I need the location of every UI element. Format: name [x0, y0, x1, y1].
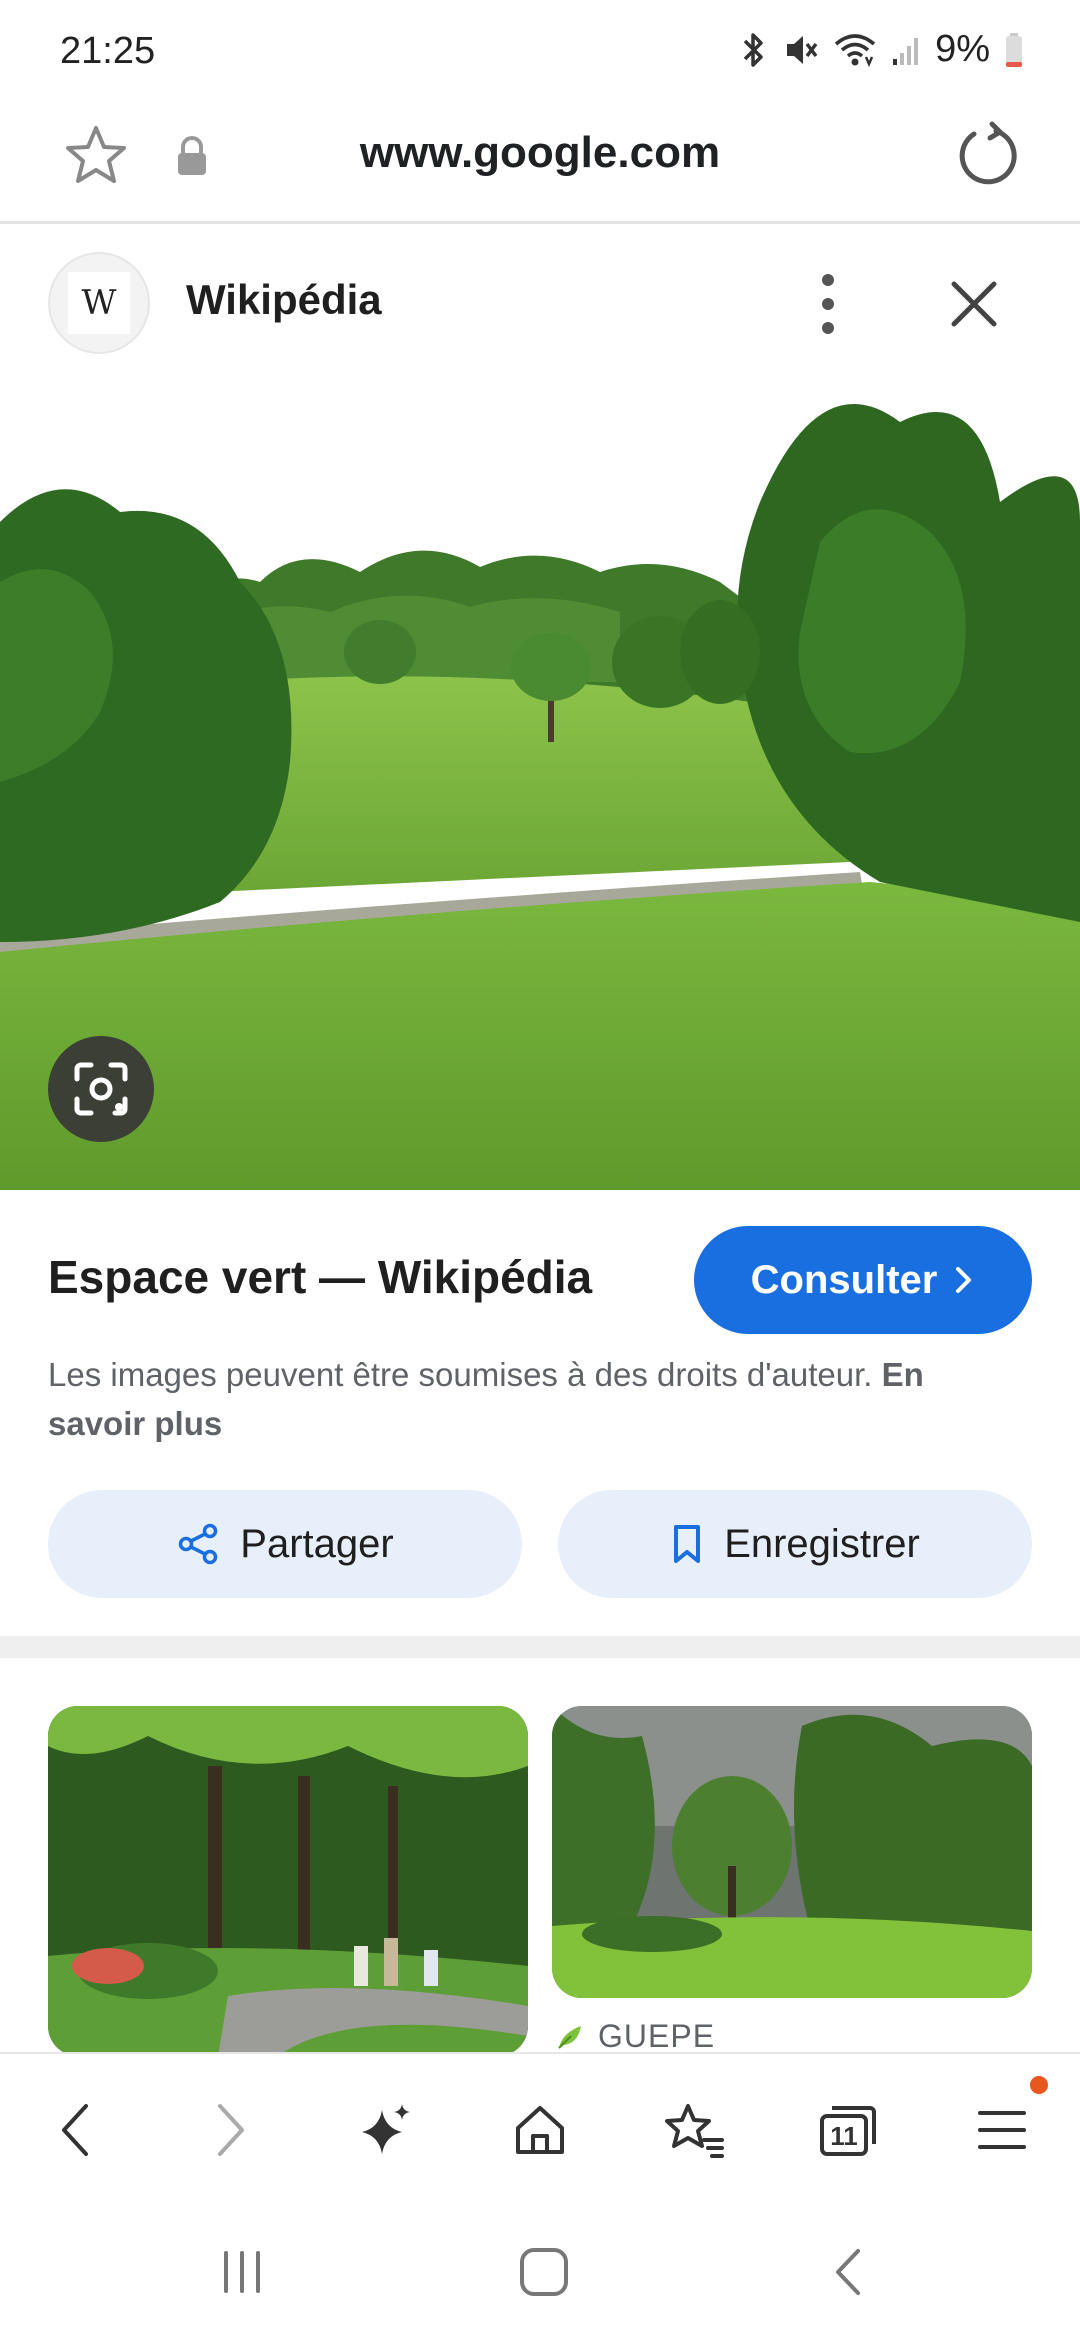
- battery-icon: [1006, 32, 1022, 67]
- bookmark-icon: [674, 1525, 701, 1563]
- recent-apps-icon: [224, 2251, 260, 2293]
- bluetooth-icon: [743, 32, 763, 67]
- system-navigation-bar: [0, 2192, 1080, 2340]
- recent-apps-button[interactable]: [206, 2236, 278, 2308]
- consult-button[interactable]: Consulter: [694, 1226, 1032, 1334]
- url-bar: www.google.com: [0, 100, 1080, 224]
- park-landscape-image: [0, 382, 1080, 1190]
- related-image-2-source[interactable]: GUEPE: [556, 2018, 715, 2055]
- share-button[interactable]: Partager: [48, 1490, 522, 1598]
- mute-icon: [787, 35, 818, 64]
- sparkle-icon: [362, 2104, 410, 2154]
- home-nav-icon: [520, 2248, 568, 2296]
- park-path-image: [48, 1706, 528, 2056]
- menu-button[interactable]: [966, 2094, 1038, 2166]
- back-button[interactable]: [38, 2094, 110, 2166]
- copyright-notice: Les images peuvent être soumises à des d…: [48, 1350, 1028, 1448]
- back-arrow-icon: [62, 2104, 88, 2156]
- related-image-2[interactable]: [552, 1706, 1032, 1998]
- share-icon: [179, 1523, 218, 1565]
- share-button-label: Partager: [240, 1521, 394, 1566]
- leaf-icon: [558, 2025, 581, 2049]
- wikipedia-logo: W: [48, 252, 150, 354]
- forward-button[interactable]: [196, 2094, 268, 2166]
- home-icon: [516, 2106, 564, 2154]
- battery-percentage: 9%: [935, 28, 990, 70]
- tab-count: 11: [830, 2121, 858, 2151]
- status-bar: 21:25 9%: [0, 0, 1080, 100]
- section-divider: [0, 1636, 1080, 1658]
- reload-icon[interactable]: [952, 120, 1024, 192]
- menu-notification-dot: [1030, 2076, 1048, 2094]
- result-title[interactable]: Espace vert — Wikipédia: [48, 1250, 592, 1304]
- copyright-text: Les images peuvent être soumises à des d…: [48, 1356, 873, 1393]
- status-icons: 9%: [739, 28, 1024, 71]
- park-trees-image: [552, 1706, 1032, 1998]
- browser-toolbar: 11: [0, 2052, 1080, 2192]
- back-nav-icon: [836, 2249, 860, 2295]
- bookmarks-button[interactable]: [658, 2094, 730, 2166]
- back-nav-button[interactable]: [812, 2236, 884, 2308]
- bookmarks-star-icon: [665, 2104, 724, 2158]
- wikipedia-logo-letter: W: [68, 272, 130, 334]
- related-image-1[interactable]: [48, 1706, 528, 2056]
- wifi-icon: [834, 33, 876, 67]
- main-image[interactable]: [0, 382, 1080, 1190]
- panel-header: W Wikipédia: [0, 226, 1080, 382]
- save-button-label: Enregistrer: [724, 1521, 920, 1566]
- lens-icon: [74, 1062, 128, 1116]
- status-time: 21:25: [60, 30, 156, 72]
- chevron-right-icon: [956, 1267, 972, 1293]
- home-button[interactable]: [504, 2094, 576, 2166]
- home-nav-button[interactable]: [508, 2236, 580, 2308]
- lens-search-button[interactable]: [48, 1036, 154, 1142]
- forward-arrow-icon: [218, 2104, 244, 2156]
- close-icon[interactable]: [940, 270, 1008, 338]
- url-text[interactable]: www.google.com: [0, 128, 1080, 178]
- more-options-icon[interactable]: [804, 266, 852, 342]
- save-button[interactable]: Enregistrer: [558, 1490, 1032, 1598]
- hamburger-menu-icon: [978, 2111, 1026, 2149]
- signal-icon: [893, 37, 919, 65]
- tabs-icon: 11: [820, 2106, 876, 2156]
- consult-button-label: Consulter: [750, 1257, 938, 1302]
- tabs-button[interactable]: 11: [812, 2094, 884, 2166]
- source-name[interactable]: Wikipédia: [186, 276, 382, 324]
- related-image-2-source-name: GUEPE: [598, 2018, 716, 2054]
- ai-assistant-button[interactable]: [350, 2094, 422, 2166]
